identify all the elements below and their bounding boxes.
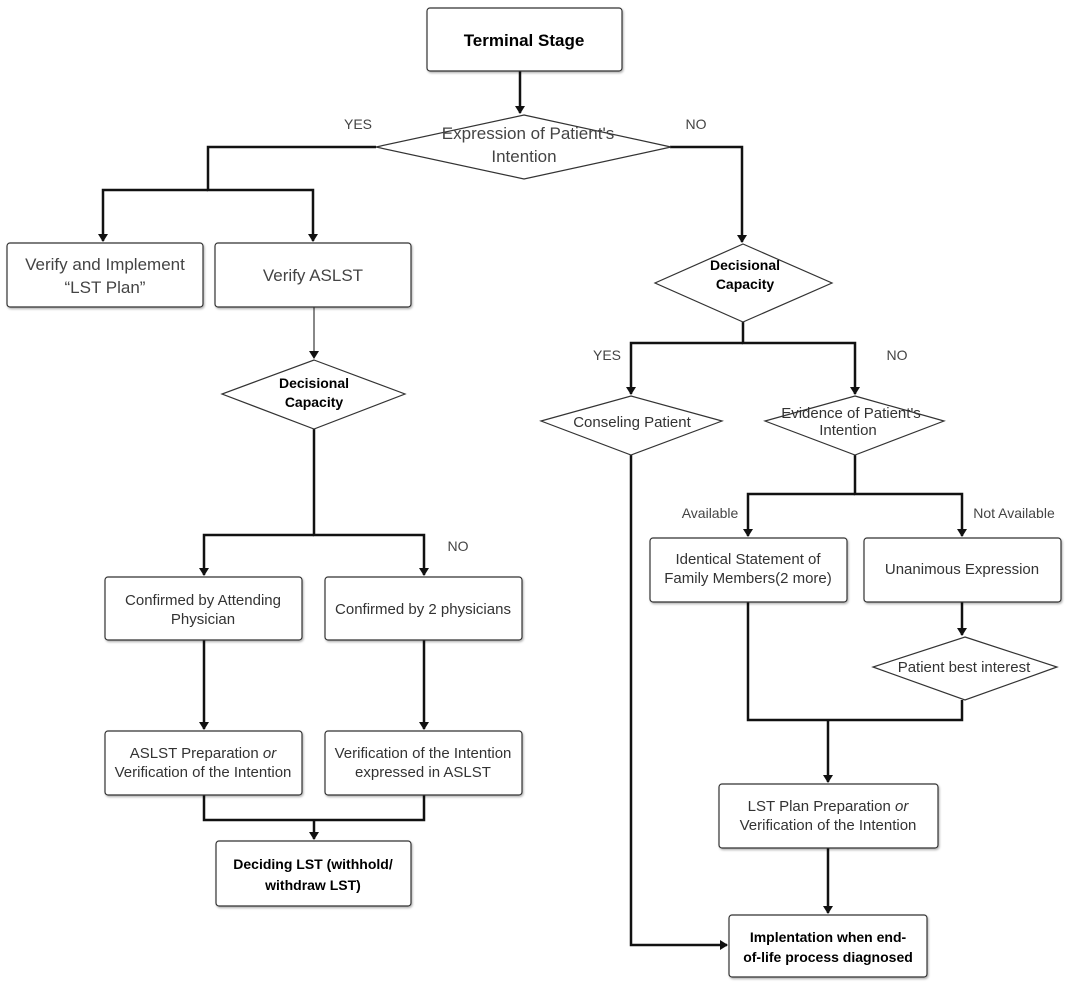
node-decisional-capacity-right: Decisional Capacity bbox=[653, 243, 834, 323]
identical-line1: Identical Statement of bbox=[675, 551, 821, 568]
arrow-conseling-to-implementation bbox=[629, 455, 728, 950]
node-aslst-preparation: ASLST Preparation or Verification of the… bbox=[104, 730, 303, 796]
label-no-left: NO bbox=[448, 538, 469, 554]
arrow-to-confirmed-attending bbox=[199, 533, 314, 576]
node-confirmed-attending: Confirmed by Attending Physician bbox=[104, 576, 303, 641]
node-lst-plan-preparation: LST Plan Preparation or Verification of … bbox=[718, 783, 939, 849]
lst-plan-line2: Verification of the Intention bbox=[740, 817, 917, 834]
node-evidence-decision: Evidence of Patient's Intention bbox=[763, 395, 946, 456]
confirmed-attending-line2: Physician bbox=[171, 611, 235, 628]
label-no-top: NO bbox=[686, 116, 707, 132]
verify-implement-line2: “LST Plan” bbox=[65, 278, 146, 297]
node-patient-best-interest: Patient best interest bbox=[871, 636, 1059, 701]
node-terminal-stage: Terminal Stage bbox=[426, 7, 623, 72]
decisional-right-line2: Capacity bbox=[716, 276, 775, 292]
node-verify-implement: Verify and Implement “LST Plan” bbox=[6, 242, 204, 308]
node-implementation: Implentation when end- of-life process d… bbox=[728, 914, 928, 978]
evidence-line2: Intention bbox=[819, 422, 877, 439]
decisional-left-line1: Decisional bbox=[279, 375, 349, 391]
arrow-to-identical bbox=[743, 492, 855, 537]
edge-labels: YES NO NO YES NO Available Not Available bbox=[344, 116, 1055, 554]
confirmed-attending-line1: Confirmed by Attending bbox=[125, 592, 281, 609]
decisional-right-line1: Decisional bbox=[710, 257, 780, 273]
aslst-prep-line2: Verification of the Intention bbox=[115, 764, 292, 781]
node-decisional-capacity-left: Decisional Capacity bbox=[220, 359, 407, 430]
conseling-text: Conseling Patient bbox=[573, 414, 691, 431]
verify-implement-line1: Verify and Implement bbox=[25, 255, 185, 274]
arrow-to-evidence bbox=[741, 322, 860, 395]
node-unanimous-expression: Unanimous Expression bbox=[863, 537, 1062, 603]
verification-expressed-line1: Verification of the Intention bbox=[335, 745, 512, 762]
evidence-line1: Evidence of Patient's bbox=[781, 405, 921, 422]
label-no-right: NO bbox=[887, 347, 908, 363]
node-verification-expressed: Verification of the Intention expressed … bbox=[324, 730, 523, 796]
implementation-line2: of-life process diagnosed bbox=[743, 949, 913, 965]
node-expression-decision: Expression of Patient's Intention bbox=[375, 114, 672, 180]
node-verify-aslst: Verify ASLST bbox=[214, 242, 412, 308]
lst-plan-line1: LST Plan Preparation or bbox=[748, 798, 910, 815]
implementation-line1: Implentation when end- bbox=[750, 929, 907, 945]
arrow-no-to-decisional bbox=[670, 145, 747, 243]
best-interest-text: Patient best interest bbox=[898, 659, 1031, 676]
arrow-yes-to-verify-aslst bbox=[206, 145, 376, 242]
decisional-left-line2: Capacity bbox=[285, 394, 344, 410]
label-not-available: Not Available bbox=[973, 505, 1055, 521]
arrow-to-conseling bbox=[626, 341, 743, 395]
confirmed-two-text: Confirmed by 2 physicians bbox=[335, 601, 511, 618]
label-available: Available bbox=[682, 505, 739, 521]
node-confirmed-two: Confirmed by 2 physicians bbox=[324, 576, 523, 641]
aslst-prep-line1: ASLST Preparation or bbox=[130, 745, 277, 762]
expression-line1: Expression of Patient's bbox=[442, 124, 614, 143]
verify-aslst-text: Verify ASLST bbox=[263, 266, 363, 285]
label-yes-top: YES bbox=[344, 116, 372, 132]
flowchart: Terminal Stage Expression of Patient's I… bbox=[6, 7, 1062, 978]
label-yes-right: YES bbox=[593, 347, 621, 363]
terminal-stage-text: Terminal Stage bbox=[464, 31, 585, 50]
identical-line2: Family Members(2 more) bbox=[664, 570, 832, 587]
deciding-lst-line2: withdraw LST) bbox=[264, 877, 361, 893]
unanimous-text: Unanimous Expression bbox=[885, 561, 1039, 578]
arrow-to-unanimous bbox=[853, 455, 967, 537]
verification-expressed-line2: expressed in ASLST bbox=[355, 764, 491, 781]
arrow-to-confirmed-two bbox=[312, 429, 429, 576]
node-identical-statement: Identical Statement of Family Members(2 … bbox=[649, 537, 848, 603]
merge-line-left bbox=[202, 795, 426, 822]
deciding-lst-line1: Deciding LST (withhold/ bbox=[233, 856, 393, 872]
node-deciding-lst: Deciding LST (withhold/ withdraw LST) bbox=[215, 840, 412, 907]
arrow-yes-to-verify-implement bbox=[98, 188, 208, 242]
node-conseling-patient: Conseling Patient bbox=[539, 395, 724, 456]
expression-line2: Intention bbox=[491, 147, 556, 166]
